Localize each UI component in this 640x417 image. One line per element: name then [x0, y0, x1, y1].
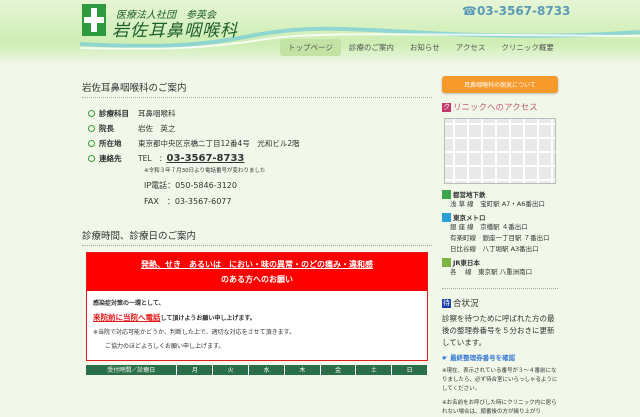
info-row: 院長 岩佐 英之 — [82, 121, 432, 136]
access-icon: ク — [442, 102, 451, 112]
table-header-cell: 木 — [285, 365, 321, 375]
info-row: 所在地 東京都中央区京橋二丁目12番4号 光和ビル2階 — [82, 136, 432, 151]
metro-icon — [442, 212, 451, 222]
station: 浅 草 線 宝町駅 A7・A6番出口 — [450, 200, 545, 208]
wait-title: 合状況 — [453, 299, 479, 309]
table-header-cell: 月 — [177, 365, 214, 375]
table-header-cell: 火 — [213, 365, 250, 375]
station: 各 線 東京駅 八重洲南口 — [450, 268, 533, 276]
wait-icon: 待 — [442, 298, 451, 308]
info-value: 耳鼻咽喉科 — [138, 109, 176, 118]
circle-icon — [88, 125, 95, 132]
circle-icon — [88, 110, 95, 117]
circle-icon — [88, 155, 95, 162]
station: 銀 座 線 京橋駅 ４番出口 — [450, 223, 528, 231]
nav-top[interactable]: トップページ — [280, 39, 341, 56]
info-row: 連絡先 TEL ： 03-3567-8733 — [82, 151, 432, 166]
check-ticket-link[interactable]: ☛ 最終整理券番号を確認 — [442, 352, 558, 362]
nav-guide[interactable]: 診療のご案内 — [341, 39, 402, 56]
main-content: 岩佐耳鼻咽喉科のご案内 診療科目 耳鼻咽喉科 院長 岩佐 英之 所在地 東京都中央区京… — [82, 80, 432, 375]
line-name: JR東日本 — [453, 259, 480, 267]
diseases-button[interactable]: 耳鼻咽喉科の病気について — [442, 76, 558, 93]
wait-note: ※現在、表示されている番号が３～４番前になりましたら、必ず待合室にいらっしゃるよ… — [442, 368, 558, 392]
table-header-cell: 金 — [321, 365, 357, 375]
info-value: 岩佐 英之 — [138, 124, 176, 133]
phone-note: ※令和３年７月30日より電話番号が変わりました — [144, 168, 266, 174]
hours-heading: 診療時間、診療日のご案内 — [82, 228, 432, 246]
notice-emphasis: 来院前に当院へ電話 — [93, 313, 161, 322]
table-header-cell: 日 — [392, 365, 429, 375]
subway-icon — [442, 189, 451, 199]
table-header-cell: 土 — [356, 365, 393, 375]
info-label: 連絡先 — [99, 154, 122, 163]
main-nav: トップページ 診療のご案内 お知らせ アクセス クリニック概要 — [280, 39, 562, 56]
nav-news[interactable]: お知らせ — [402, 39, 448, 56]
header-phone: ☎03-3567-8733 — [462, 4, 571, 18]
nav-access[interactable]: アクセス — [448, 39, 494, 56]
station: 有楽町線 銀座一丁目駅 ７番出口 — [450, 234, 550, 242]
access-heading: クリニックへのアクセス — [442, 101, 558, 113]
access-title: リニックへのアクセス — [453, 103, 538, 113]
info-value: TEL ： — [138, 154, 167, 163]
wait-text: 診察を待つために呼ばれた方の最後の整理券番号を５分おきに更新しています。 — [442, 314, 555, 347]
site-header: 医療法人社団 参英会 岩佐耳鼻咽喉科 ☎03-3567-8733 トップページ … — [0, 0, 640, 62]
table-header-cell: 受付時間／診療日 — [86, 365, 178, 375]
sidebar: 耳鼻咽喉科の病気について クリニックへのアクセス 都営地下鉄 浅 草 線 宝町駅… — [442, 76, 558, 417]
notice-text: 感染症対策の一環として、 — [93, 300, 165, 307]
info-value: 東京都中央区京橋二丁目12番4号 光和ビル2階 — [138, 139, 300, 148]
covid-notice: 発熱、せき あるいは におい・味の異常・のどの痛み・違和感 のある方へのお願い 感… — [86, 252, 428, 361]
station: 日比谷線 八丁堀駅 A3番出口 — [450, 245, 539, 253]
circle-icon — [88, 140, 95, 147]
clinic-logo[interactable] — [82, 4, 106, 36]
notice-title-2: のある方へのお願い — [221, 275, 293, 284]
phone-link[interactable]: 03-3567-8733 — [167, 153, 245, 164]
wait-note: ※お名前をお呼びした時にクリニック内に居られない場合は、順番後の方が繰り上がり — [442, 400, 557, 415]
access-map[interactable] — [444, 118, 556, 184]
notice-text: ご協力のほどよろしくお願い申し上げます。 — [105, 343, 225, 350]
info-label: 診療科目 — [99, 109, 129, 118]
line-name: 都営地下鉄 — [453, 191, 486, 199]
hours-table-header: 受付時間／診療日 月 火 水 木 金 土 日 — [86, 365, 429, 375]
line-jr: JR東日本 — [442, 257, 558, 267]
line-metro: 東京メトロ — [442, 212, 558, 222]
jr-icon — [442, 257, 451, 267]
table-header-cell: 水 — [249, 365, 285, 375]
notice-title-1: 発熱、せき あるいは におい・味の異常・のどの痛み・違和感 — [141, 260, 373, 269]
info-list: 診療科目 耳鼻咽喉科 院長 岩佐 英之 所在地 東京都中央区京橋二丁目12番4号 光和… — [82, 106, 432, 212]
line-name: 東京メトロ — [453, 214, 486, 222]
info-row: 診療科目 耳鼻咽喉科 — [82, 106, 432, 121]
notice-text: して頂けようお願い申し上げます。 — [160, 315, 256, 322]
info-label: 院長 — [99, 124, 114, 133]
nav-about[interactable]: クリニック概要 — [493, 39, 562, 56]
clinic-name[interactable]: 岩佐耳鼻咽喉科 — [112, 16, 238, 41]
info-label: 所在地 — [99, 139, 122, 148]
wait-heading: 待合状況 — [442, 297, 558, 309]
notice-text: ※当院で対応可能かどうか、判断した上で、適切な対応をさせて頂きます。 — [93, 329, 296, 336]
ip-phone: IP電話：050-5846-3120 — [144, 181, 237, 190]
info-heading: 岩佐耳鼻咽喉科のご案内 — [82, 80, 432, 98]
fax: FAX ：03-3567-6077 — [144, 197, 232, 206]
divider — [442, 288, 558, 289]
line-toei: 都営地下鉄 — [442, 189, 558, 199]
